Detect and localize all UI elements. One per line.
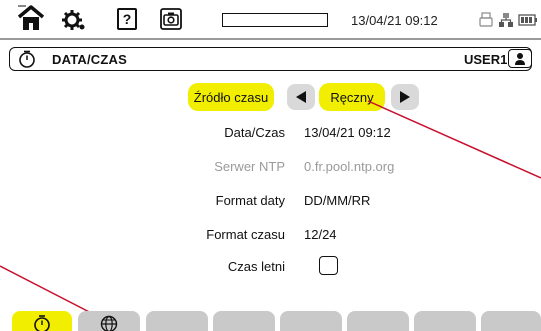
field-value-time-format[interactable]: 12/24: [304, 227, 337, 242]
battery-icon: [518, 12, 538, 28]
globe-icon: [100, 315, 118, 331]
tab-clock[interactable]: [12, 311, 72, 331]
field-label-time-format: Format czasu: [206, 227, 285, 242]
user-button[interactable]: [508, 49, 532, 68]
home-icon[interactable]: [16, 4, 46, 32]
tab-globe[interactable]: [78, 311, 140, 331]
help-icon[interactable]: ?: [117, 8, 137, 30]
user-icon: [515, 52, 525, 65]
triangle-right-icon: [400, 91, 410, 103]
next-option-button[interactable]: [391, 84, 419, 110]
time-source-value[interactable]: Ręczny: [319, 83, 385, 111]
clock-icon: [18, 50, 36, 68]
time-source-label[interactable]: Źródło czasu: [188, 83, 274, 111]
field-label-date-format: Format daty: [215, 193, 285, 208]
status-bar: ? 13/04/21 09:12: [0, 0, 541, 40]
tab-8[interactable]: [481, 311, 541, 331]
recording-progress-bar: [222, 13, 328, 27]
status-datetime: 13/04/21 09:12: [351, 13, 438, 28]
network-icon: [498, 12, 514, 28]
field-value-datetime[interactable]: 13/04/21 09:12: [304, 125, 391, 140]
dst-label: Czas letni: [227, 259, 285, 274]
camera-icon[interactable]: [160, 8, 182, 30]
field-value-ntp-server: 0.fr.pool.ntp.org: [304, 159, 395, 174]
user-name: USER1: [464, 52, 508, 67]
title-bar: DATA/CZAS USER1: [9, 47, 532, 71]
tab-5[interactable]: [280, 311, 342, 331]
tab-7[interactable]: [414, 311, 476, 331]
gear-icon[interactable]: [62, 8, 86, 32]
field-value-date-format[interactable]: DD/MM/RR: [304, 193, 370, 208]
usb-icon: [478, 12, 494, 28]
dst-checkbox[interactable]: [319, 256, 338, 275]
page-title: DATA/CZAS: [52, 52, 127, 67]
field-label-ntp-server: Serwer NTP: [214, 159, 285, 174]
tab-6[interactable]: [347, 311, 409, 331]
field-label-datetime: Data/Czas: [224, 125, 285, 140]
triangle-left-icon: [296, 91, 306, 103]
clock-icon: [34, 315, 50, 331]
prev-option-button[interactable]: [287, 84, 315, 110]
tab-4[interactable]: [213, 311, 275, 331]
tab-3[interactable]: [146, 311, 208, 331]
